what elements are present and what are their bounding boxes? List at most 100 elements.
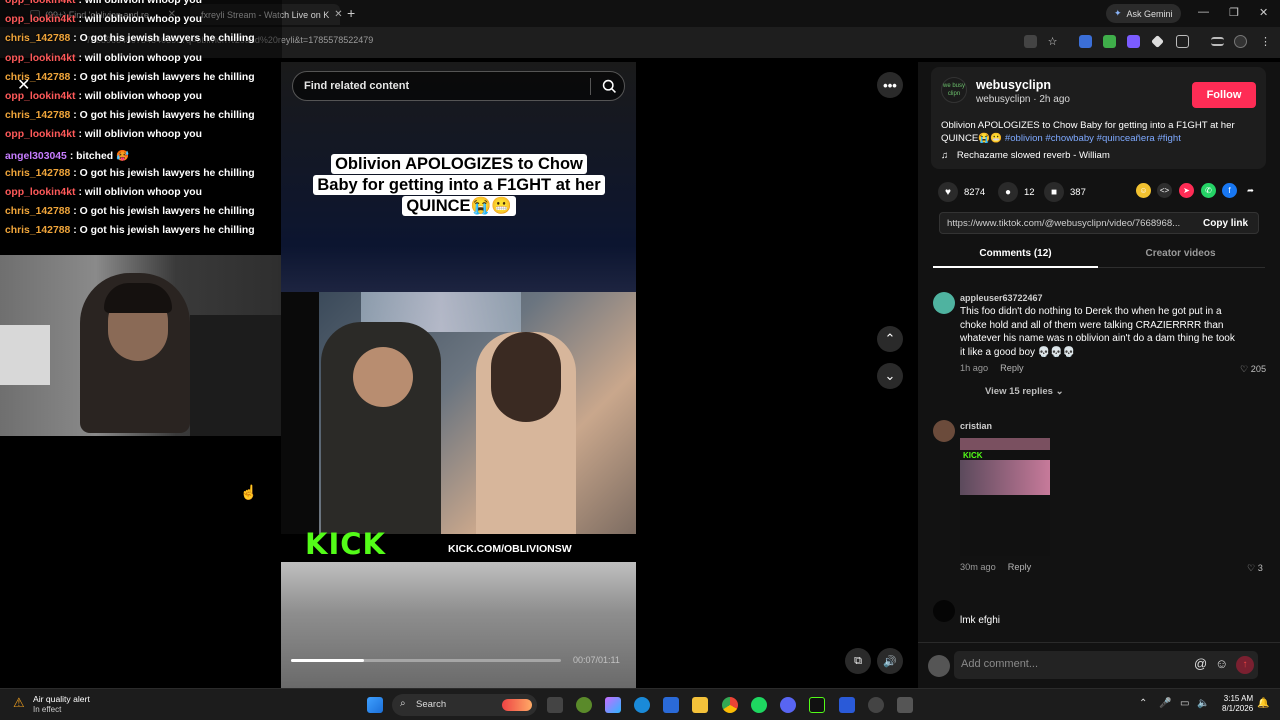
chat-username[interactable]: chris_142788 — [5, 225, 70, 236]
emoji-icon[interactable]: ☺ — [1215, 656, 1228, 671]
chrome-icon[interactable] — [722, 697, 738, 713]
post-music[interactable]: ♫ Rechazame slowed reverb - William — [941, 150, 1110, 161]
tray-chevron-icon[interactable]: ⌃ — [1139, 698, 1147, 709]
windows-start-icon[interactable] — [367, 697, 383, 713]
settings-gear-icon[interactable] — [897, 697, 913, 713]
restore-icon[interactable]: ❐ — [1229, 6, 1239, 19]
chat-username[interactable]: chris_142788 — [5, 110, 70, 121]
file-explorer-icon[interactable] — [692, 697, 708, 713]
tab-creator-videos[interactable]: Creator videos — [1098, 248, 1263, 259]
chat-username[interactable]: opp_lookin4kt — [5, 53, 75, 64]
chat-username[interactable]: chris_142788 — [5, 206, 70, 217]
share-embed-icon[interactable]: <> — [1157, 183, 1172, 198]
extensions-puzzle-icon[interactable] — [1176, 35, 1189, 48]
task-view-icon[interactable] — [547, 697, 563, 713]
notification-bell-icon[interactable]: 🔔 — [1257, 698, 1269, 709]
reading-list-icon[interactable] — [1211, 37, 1224, 46]
send-arrow-icon[interactable]: ↑ — [1236, 656, 1254, 674]
bookmark-star-icon[interactable]: ☆ — [1046, 35, 1059, 48]
chat-username[interactable]: angel303045 — [5, 151, 67, 162]
chat-username[interactable]: opp_lookin4kt — [5, 0, 75, 6]
post-hashtags[interactable]: #oblivion #chowbaby #quinceañera #fight — [1005, 133, 1181, 144]
share-send-icon[interactable]: ➤ — [1179, 183, 1194, 198]
comment-username[interactable]: appleuser63722467 — [960, 293, 1043, 303]
comments-panel: we busy clipn webusyclipn webusyclipn · … — [918, 62, 1280, 688]
comment-image-attachment[interactable]: KICK — [960, 438, 1050, 556]
kick-app-icon[interactable] — [809, 697, 825, 713]
reply-button[interactable]: Reply — [1008, 562, 1032, 572]
commenter-avatar[interactable] — [933, 292, 955, 314]
tab-close-icon[interactable]: ✕ — [334, 9, 346, 20]
comment-likes[interactable]: ♡ 3 — [1247, 563, 1263, 574]
chat-username[interactable]: opp_lookin4kt — [5, 14, 75, 25]
spotify-icon[interactable] — [751, 697, 767, 713]
close-window-icon[interactable]: ✕ — [1259, 6, 1268, 19]
creator-avatar[interactable]: we busy clipn — [941, 77, 967, 103]
volume-icon[interactable]: 🔊 — [877, 648, 903, 674]
ask-gemini-button[interactable]: ✦ Ask Gemini — [1106, 4, 1181, 23]
chat-message: opp_lookin4kt: will oblivion whoop you — [5, 129, 202, 140]
related-search-input[interactable]: Find related content — [292, 71, 625, 101]
copilot-icon[interactable] — [605, 697, 621, 713]
creator-username[interactable]: webusyclipn — [976, 78, 1051, 92]
extension-r-icon[interactable] — [1079, 35, 1092, 48]
more-options-icon[interactable]: ••• — [877, 72, 903, 98]
chat-username[interactable]: chris_142788 — [5, 33, 70, 44]
previous-video-chevron-up-icon[interactable]: ⌃ — [877, 326, 903, 352]
microphone-icon[interactable]: 🎤 — [1159, 698, 1171, 709]
speaker-icon[interactable]: 🔈 — [1197, 698, 1209, 709]
share-smile-icon[interactable]: ☺ — [1136, 183, 1151, 198]
taskbar-search[interactable]: ⌕ Search — [392, 694, 537, 716]
comment-username[interactable]: cristian — [960, 421, 992, 431]
view-replies-button[interactable]: View 15 replies ⌄ — [985, 386, 1064, 397]
browser-menu-icon[interactable]: ⋮ — [1259, 35, 1272, 48]
system-clock[interactable]: 3:15 AM 8/1/2026 — [1222, 694, 1253, 714]
profile-avatar[interactable] — [1234, 35, 1247, 48]
chat-text: : will oblivion whoop you — [78, 52, 202, 64]
chat-username[interactable]: opp_lookin4kt — [5, 129, 75, 140]
store-icon[interactable] — [663, 697, 679, 713]
share-whatsapp-icon[interactable]: ✆ — [1201, 183, 1216, 198]
share-facebook-icon[interactable]: f — [1222, 183, 1237, 198]
obs-icon[interactable] — [868, 697, 884, 713]
discord-icon[interactable] — [780, 697, 796, 713]
shield-extension-icon[interactable] — [1103, 35, 1116, 48]
share-arrow-icon[interactable]: ➦ — [1243, 183, 1258, 198]
search-icon[interactable] — [601, 78, 618, 95]
chat-username[interactable]: chris_142788 — [5, 168, 70, 179]
chat-username[interactable]: opp_lookin4kt — [5, 187, 75, 198]
chat-text: : O got his jewish lawyers he chilling — [73, 33, 255, 45]
minimize-icon[interactable]: — — [1198, 6, 1209, 18]
copy-link-button[interactable]: Copy link — [1203, 218, 1248, 229]
add-comment-input[interactable]: Add comment... @ ☺ ↑ — [954, 651, 1258, 679]
mention-at-icon[interactable]: @ — [1194, 656, 1207, 671]
chat-username[interactable]: opp_lookin4kt — [5, 91, 75, 102]
comment-likes[interactable]: ♡ 205 — [1240, 364, 1266, 375]
close-icon[interactable]: ✕ — [17, 75, 30, 95]
kick-logo: KICK — [305, 527, 387, 561]
comment-stat[interactable]: ● 12 — [998, 182, 1035, 202]
blue-app-icon[interactable] — [839, 697, 855, 713]
network-icon[interactable]: ▭ — [1180, 698, 1189, 709]
reply-button[interactable]: Reply — [1000, 363, 1024, 373]
tab-comments[interactable]: Comments (12) — [933, 248, 1098, 259]
add-comment-bar: Add comment... @ ☺ ↑ — [918, 642, 1280, 688]
follow-button[interactable]: Follow — [1192, 82, 1256, 108]
save-stat[interactable]: ■ 387 — [1044, 182, 1086, 202]
like-stat[interactable]: ♥ 8274 — [938, 182, 985, 202]
tiktok-video-player[interactable]: KICK KICK.COM/OBLIVIONSW Oblivion APOLOG… — [281, 62, 636, 688]
install-app-icon[interactable] — [1024, 35, 1037, 48]
post-description: Oblivion APOLOGIZES to Chow Baby for get… — [941, 120, 1235, 144]
edge-icon[interactable] — [634, 697, 650, 713]
chat-username[interactable]: chris_142788 — [5, 72, 70, 83]
next-video-chevron-down-icon[interactable]: ⌄ — [877, 363, 903, 389]
commenter-avatar[interactable] — [933, 600, 955, 622]
commenter-avatar[interactable] — [933, 420, 955, 442]
weather-widget[interactable]: ⚠ Air quality alert In effect — [13, 694, 90, 715]
float-player-icon[interactable]: ⧉ — [845, 648, 871, 674]
video-progress-bar[interactable] — [291, 659, 561, 662]
post-link-url[interactable]: https://www.tiktok.com/@webusyclipn/vide… — [947, 218, 1187, 229]
xbox-icon[interactable] — [576, 697, 592, 713]
new-tab-button[interactable]: + — [347, 5, 355, 21]
twitch-extension-icon[interactable] — [1127, 35, 1140, 48]
